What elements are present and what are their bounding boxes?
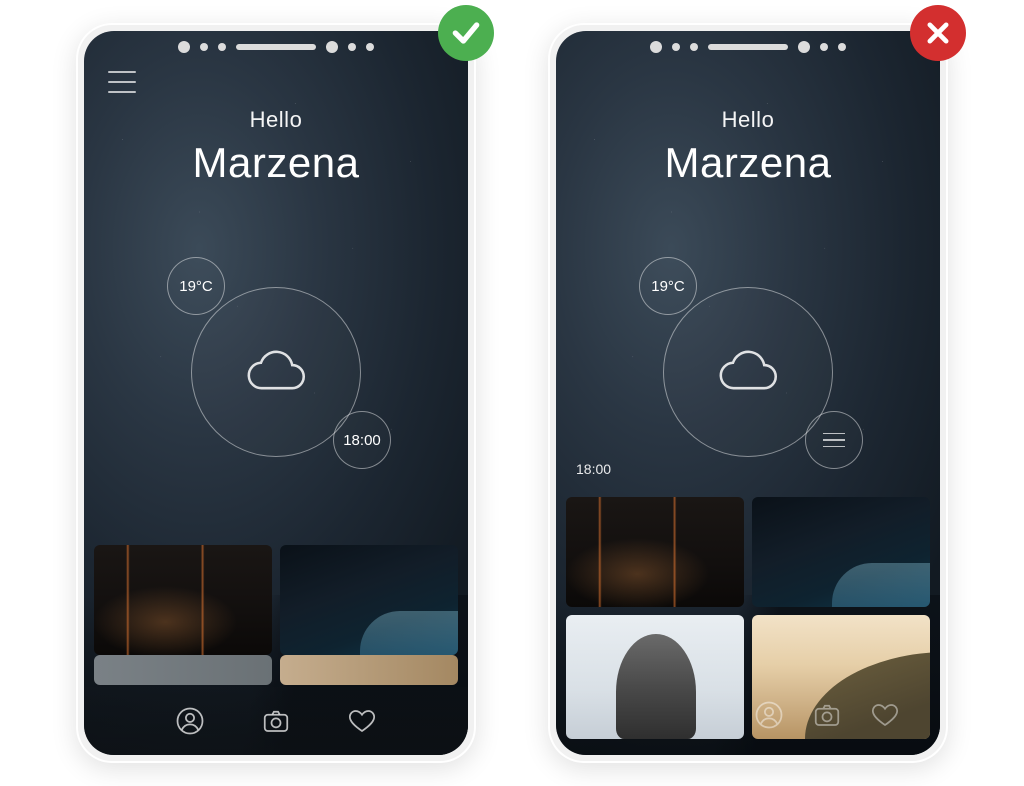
gallery-row	[94, 545, 458, 655]
close-icon	[910, 5, 966, 61]
gallery-row	[566, 497, 930, 607]
weather-widget[interactable]: 19°C	[633, 257, 863, 487]
gallery-thumb[interactable]	[94, 655, 272, 685]
weather-temp: 19°C	[639, 257, 697, 315]
greeting: Hello Marzena	[556, 107, 940, 187]
profile-icon[interactable]	[754, 700, 784, 730]
cloud-icon	[711, 344, 785, 400]
time-label: 18:00	[576, 461, 611, 477]
greeting-hello: Hello	[556, 107, 940, 133]
sensor-bar	[76, 41, 476, 53]
greeting-hello: Hello	[84, 107, 468, 133]
phone-good: Hello Marzena 19°C 18:00	[76, 23, 476, 763]
hamburger-menu-icon[interactable]	[108, 71, 136, 93]
screen: Hello Marzena 19°C 18:00	[84, 31, 468, 755]
hamburger-menu-icon[interactable]	[805, 411, 863, 469]
heart-icon[interactable]	[347, 706, 377, 736]
phone-frame: Hello Marzena 19°C 18:00	[548, 23, 948, 763]
camera-icon[interactable]	[812, 700, 842, 730]
profile-icon[interactable]	[175, 706, 205, 736]
weather-widget[interactable]: 19°C 18:00	[161, 257, 391, 487]
check-icon	[438, 5, 494, 61]
gallery-thumb[interactable]	[280, 655, 458, 685]
gallery-thumb[interactable]	[752, 497, 930, 607]
camera-icon[interactable]	[261, 706, 291, 736]
weather-time: 18:00	[333, 411, 391, 469]
cloud-icon	[239, 344, 313, 400]
gallery-thumb[interactable]	[94, 545, 272, 655]
phone-frame: Hello Marzena 19°C 18:00	[76, 23, 476, 763]
bottom-nav	[84, 687, 468, 755]
bottom-nav	[556, 687, 940, 743]
sensor-bar	[548, 41, 948, 53]
gallery-row-peek	[94, 655, 458, 685]
phone-bad: Hello Marzena 19°C 18:00	[548, 23, 948, 763]
gallery-thumb[interactable]	[566, 497, 744, 607]
heart-icon[interactable]	[870, 700, 900, 730]
screen: Hello Marzena 19°C 18:00	[556, 31, 940, 755]
weather-temp: 19°C	[167, 257, 225, 315]
greeting: Hello Marzena	[84, 107, 468, 187]
greeting-name: Marzena	[84, 139, 468, 187]
greeting-name: Marzena	[556, 139, 940, 187]
gallery-thumb[interactable]	[280, 545, 458, 655]
